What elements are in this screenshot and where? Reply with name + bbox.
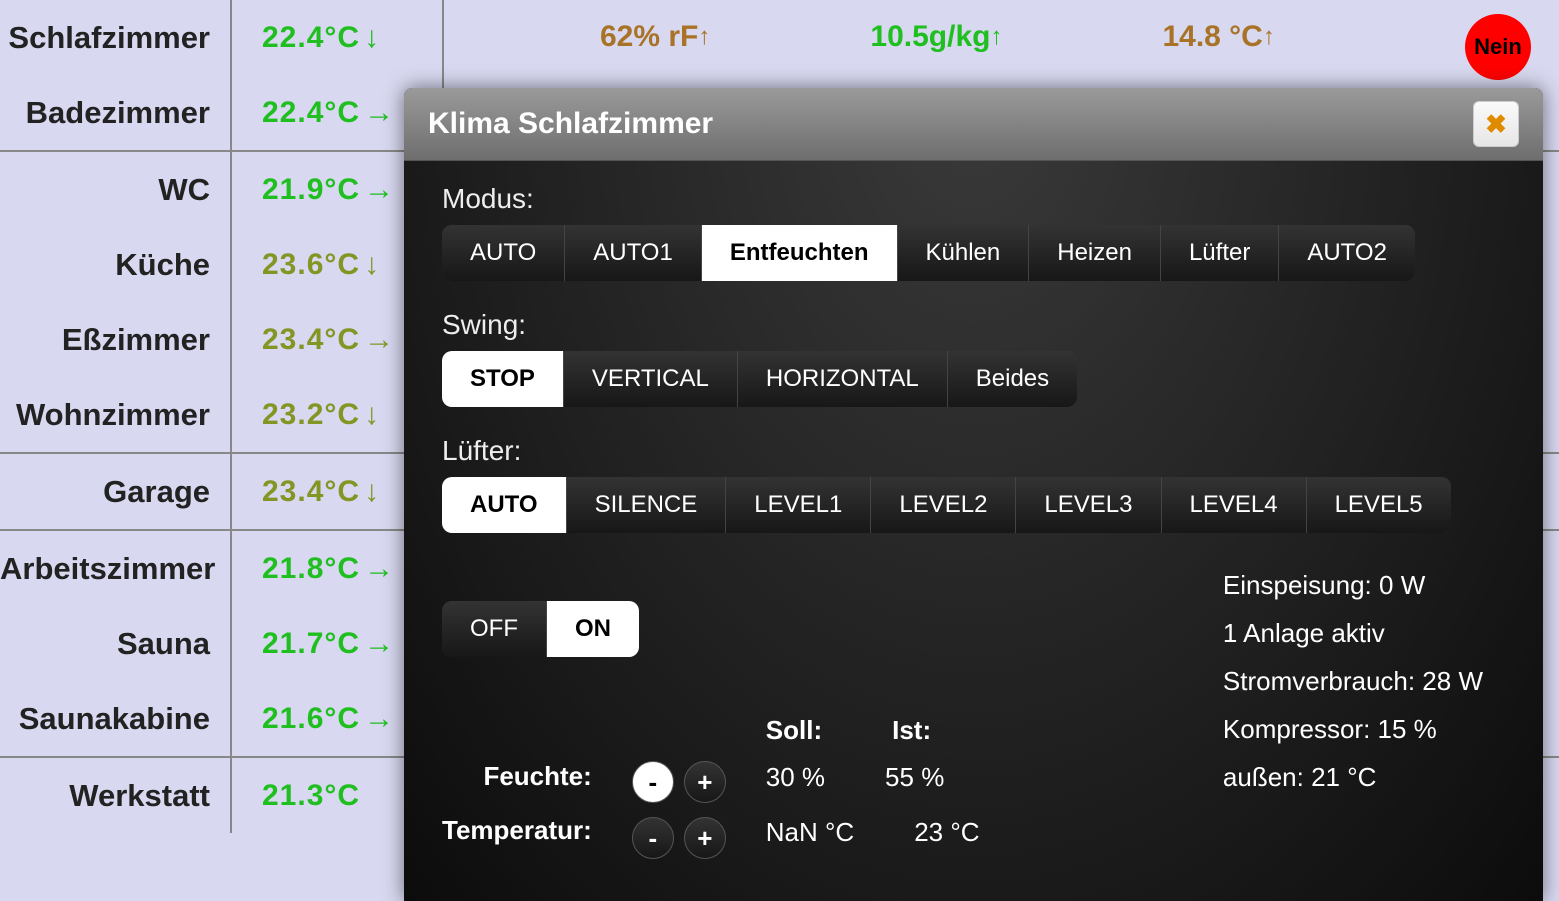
room-name: Werkstatt — [0, 778, 230, 814]
room-name: Saunakabine — [0, 701, 230, 737]
modus-option[interactable]: Heizen — [1029, 225, 1161, 281]
temperature-ist: 23 °C — [914, 817, 979, 848]
room-name: Garage — [0, 474, 230, 510]
modal-header: Klima Schlafzimmer ✖ — [404, 88, 1543, 161]
modus-group: AUTOAUTO1EntfeuchtenKühlenHeizenLüfterAU… — [442, 225, 1415, 281]
stat-einspeisung: Einspeisung: 0 W — [1223, 561, 1483, 609]
power-group: OFFON — [442, 601, 639, 657]
swing-option[interactable]: STOP — [442, 351, 564, 407]
humidity-plus-button[interactable]: + — [684, 761, 726, 803]
fan-option[interactable]: LEVEL3 — [1016, 477, 1161, 533]
soll-header: Soll: — [766, 715, 822, 746]
ist-header: Ist: — [892, 715, 931, 746]
climate-modal: Klima Schlafzimmer ✖ Modus: AUTOAUTO1Ent… — [404, 88, 1543, 901]
temperature-label: Temperatur: — [442, 815, 592, 846]
modus-option[interactable]: Entfeuchten — [702, 225, 898, 281]
fan-option[interactable]: SILENCE — [567, 477, 727, 533]
modus-label: Modus: — [442, 183, 1505, 215]
stat-aussen: außen: 21 °C — [1223, 753, 1483, 801]
temperature-plus-button[interactable]: + — [684, 817, 726, 859]
swing-option[interactable]: Beides — [948, 351, 1077, 407]
stat-kompressor: Kompressor: 15 % — [1223, 705, 1483, 753]
room-name: Wohnzimmer — [0, 397, 230, 433]
temperature-soll: NaN °C — [766, 817, 854, 848]
dewpoint-value: 14.8 °C↑ — [1162, 20, 1274, 54]
fan-option[interactable]: AUTO — [442, 477, 567, 533]
room-name: Schlafzimmer — [0, 20, 230, 56]
humidity-soll: 30 % — [766, 762, 825, 793]
swing-option[interactable]: VERTICAL — [564, 351, 738, 407]
room-name: Badezimmer — [0, 95, 230, 131]
swing-label: Swing: — [442, 309, 1505, 341]
humidity-value: 62% rF↑ — [600, 20, 710, 54]
fan-label: Lüfter: — [442, 435, 1505, 467]
humidity-label: Feuchte: — [442, 761, 592, 815]
modal-title: Klima Schlafzimmer — [428, 107, 713, 141]
power-option[interactable]: OFF — [442, 601, 547, 657]
fan-option[interactable]: LEVEL5 — [1307, 477, 1451, 533]
modus-option[interactable]: Lüfter — [1161, 225, 1279, 281]
fan-group: AUTOSILENCELEVEL1LEVEL2LEVEL3LEVEL4LEVEL… — [442, 477, 1451, 533]
room-name: Küche — [0, 247, 230, 283]
power-option[interactable]: ON — [547, 601, 639, 657]
fan-option[interactable]: LEVEL4 — [1162, 477, 1307, 533]
top-row-metrics: 62% rF↑ 10.5g/kg↑ 14.8 °C↑ — [600, 20, 1275, 54]
fan-option[interactable]: LEVEL2 — [871, 477, 1016, 533]
abs-humidity-value: 10.5g/kg↑ — [870, 20, 1002, 54]
temperature-minus-button[interactable]: - — [632, 817, 674, 859]
modus-option[interactable]: AUTO1 — [565, 225, 702, 281]
close-button[interactable]: ✖ — [1473, 101, 1519, 147]
status-badge[interactable]: Nein — [1465, 14, 1531, 80]
close-icon: ✖ — [1485, 109, 1507, 140]
stat-strom: Stromverbrauch: 28 W — [1223, 657, 1483, 705]
humidity-ist: 55 % — [885, 762, 944, 793]
modus-option[interactable]: AUTO2 — [1279, 225, 1415, 281]
modus-option[interactable]: Kühlen — [898, 225, 1030, 281]
swing-group: STOPVERTICALHORIZONTALBeides — [442, 351, 1077, 407]
humidity-minus-button[interactable]: - — [632, 761, 674, 803]
stat-anlagen: 1 Anlage aktiv — [1223, 609, 1483, 657]
modus-option[interactable]: AUTO — [442, 225, 565, 281]
room-temp: 22.4°C↓ — [232, 21, 442, 55]
room-name: WC — [0, 172, 230, 208]
stats-block: Einspeisung: 0 W 1 Anlage aktiv Stromver… — [1223, 561, 1483, 801]
fan-option[interactable]: LEVEL1 — [726, 477, 871, 533]
room-name: Eßzimmer — [0, 322, 230, 358]
swing-option[interactable]: HORIZONTAL — [738, 351, 948, 407]
room-name: Sauna — [0, 626, 230, 662]
room-name: Arbeitszimmer — [0, 551, 230, 587]
